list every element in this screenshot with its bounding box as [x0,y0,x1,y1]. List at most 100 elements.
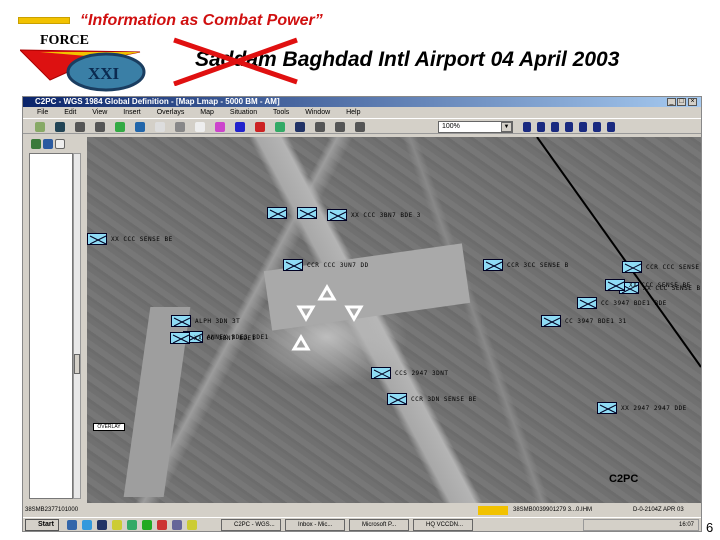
unit-symbol[interactable] [87,233,107,245]
unit-icon [172,334,190,344]
toolbar-icon[interactable] [215,122,225,132]
toolbar-icon[interactable] [295,122,305,132]
toolbar-icon[interactable] [95,122,105,132]
unit-symbol[interactable] [622,261,642,273]
task-c2pc[interactable]: C2PC - WGS... [221,519,281,531]
unit-icon [373,369,391,379]
unit-icon [89,235,107,245]
toolbar-icon[interactable] [135,122,145,132]
unit-label: CCR CCC SENSE [646,264,700,271]
unit-symbol[interactable] [483,259,503,271]
menu-overlays[interactable]: Overlays [157,109,185,116]
layer-icon[interactable] [31,139,41,149]
unit-label: CC 3947 BDE1 31 [565,318,627,325]
status-time: D-0-2104Z APR 03 [633,507,684,513]
unit-symbol[interactable] [297,207,317,219]
unit-symbol[interactable] [541,315,561,327]
toolbar-icon[interactable] [255,122,265,132]
panel-scrollbar[interactable] [73,153,81,499]
quick-launch-icon[interactable] [157,520,167,530]
menu-situation[interactable]: Situation [230,109,257,116]
toolbar-icon[interactable] [55,122,65,132]
overlay-label: OVERLAY [93,423,125,431]
quick-launch-icon[interactable] [112,520,122,530]
toolbar: 100% ▼ [23,118,701,134]
menu-view[interactable]: View [92,109,107,116]
toolbar-icon[interactable] [335,122,345,132]
chevron-down-icon[interactable]: ▼ [501,122,512,132]
c2pc-window: C2PC - WGS 1984 Global Definition - [Map… [22,96,702,532]
nav-arrow-icon[interactable] [551,122,559,132]
svg-text:XXI: XXI [88,64,120,83]
page-number: 6 [706,520,714,535]
quick-launch-icon[interactable] [187,520,197,530]
maximize-button[interactable]: □ [677,98,686,106]
menu-edit[interactable]: Edit [64,109,76,116]
globe-icon[interactable] [43,139,53,149]
unit-icon [285,261,303,271]
unit-icon [624,263,642,273]
nav-arrow-icon[interactable] [593,122,601,132]
unit-symbol[interactable] [597,402,617,414]
menu-tools[interactable]: Tools [273,109,289,116]
toolbar-icon[interactable] [35,122,45,132]
unit-symbol[interactable] [171,315,191,327]
toolbar-icon[interactable] [155,122,165,132]
toolbar-icon[interactable] [75,122,85,132]
nav-arrow-icon[interactable] [565,122,573,132]
task-inbox[interactable]: Inbox - Mic... [285,519,345,531]
unit-icon [599,404,617,414]
unit-symbol[interactable] [170,332,190,344]
windows-taskbar: Start C2PC - WGS... Inbox - Mic... Micro… [23,517,701,531]
toolbar-icon[interactable] [195,122,205,132]
toolbar-icon[interactable] [275,122,285,132]
quick-launch-icon[interactable] [97,520,107,530]
toolbar-icon[interactable] [115,122,125,132]
menu-window[interactable]: Window [305,109,330,116]
unit-symbol[interactable] [371,367,391,379]
task-powerpoint[interactable]: Microsoft P... [349,519,409,531]
unit-symbol[interactable] [387,393,407,405]
status-grid-cursor: 38SMB0039901279 3...0.IHM [513,507,593,513]
menu-insert[interactable]: Insert [123,109,141,116]
nav-arrow-icon[interactable] [607,122,615,132]
pointer-icon[interactable] [55,139,65,149]
quick-launch-icon[interactable] [82,520,92,530]
toolbar-icon[interactable] [235,122,245,132]
task-hq[interactable]: HQ VCCDN... [413,519,473,531]
toolbar-icon[interactable] [175,122,185,132]
nav-arrow-icon[interactable] [523,122,531,132]
unit-icon [543,317,561,327]
menu-map[interactable]: Map [200,109,214,116]
map-view[interactable]: XX CCC 3BN7 BDE 3 XX CCC SENSE BE CCR CCC … [87,137,701,503]
alert-icon [478,506,508,515]
toolbar-icon[interactable] [315,122,325,132]
menu-file[interactable]: File [37,109,48,116]
unit-symbol[interactable] [267,207,287,219]
logo-bar [18,17,70,24]
unit-label: CCS 2947 3DNT [395,370,449,377]
unit-symbol[interactable] [577,297,597,309]
overlay-tree[interactable] [29,153,73,499]
unit-icon [579,299,597,309]
menu-help[interactable]: Help [346,109,360,116]
unit-symbol[interactable] [283,259,303,271]
close-button[interactable]: × [688,98,697,106]
slide-motto: “Information as Combat Power” [80,12,323,29]
unit-label: CC 3947 BDE1 BDE [601,300,667,307]
quick-launch-icon[interactable] [172,520,182,530]
toolbar-icon[interactable] [355,122,365,132]
svg-text:FORCE: FORCE [40,33,89,48]
start-button[interactable]: Start [25,519,59,531]
quick-launch-icon[interactable] [127,520,137,530]
unit-symbol[interactable] [605,279,625,291]
quick-launch-icon[interactable] [67,520,77,530]
unit-symbol[interactable] [327,209,347,221]
quick-launch-icon[interactable] [142,520,152,530]
minimize-button[interactable]: _ [667,98,676,106]
unit-label: XX CCC 3BN7 BDE 3 [351,212,421,219]
nav-arrow-icon[interactable] [579,122,587,132]
nav-arrow-icon[interactable] [537,122,545,132]
scroll-thumb[interactable] [74,354,80,374]
system-tray: 16:07 [583,519,699,531]
